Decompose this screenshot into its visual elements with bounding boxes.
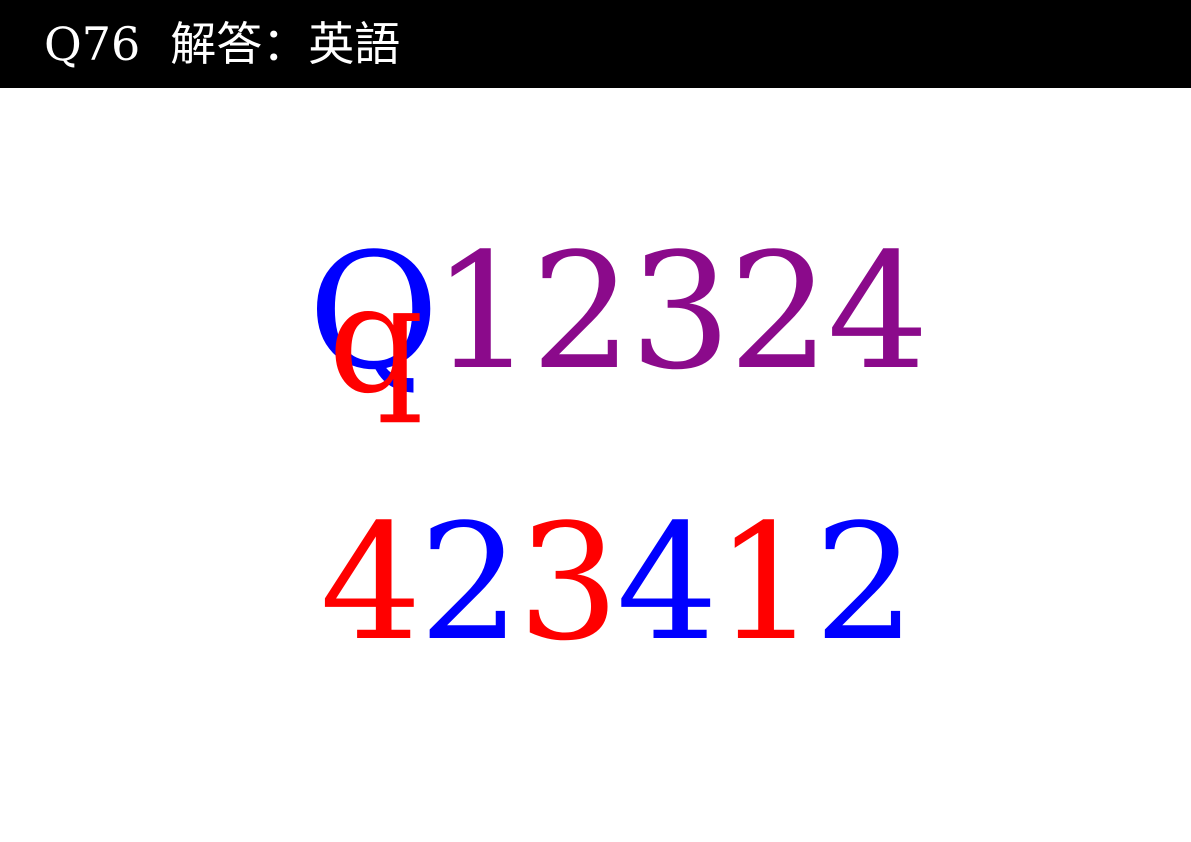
answer-digit: 3 (517, 489, 620, 676)
answer-digits-purple: 12324 (432, 218, 929, 405)
answer-digit: 2 (813, 489, 916, 676)
answer-digit: 2 (418, 489, 521, 676)
answer-digits-colored: 423412 (320, 493, 916, 673)
answer-slide: Q76 解答：英語 Q q 12324 423412 (0, 0, 1191, 842)
overlapping-q-glyphs: Q q (308, 222, 439, 428)
question-number: Q76 (44, 17, 141, 71)
answer-line-2: 423412 (0, 493, 1191, 673)
subject-label: 解答：英語 (170, 17, 401, 71)
lowercase-q-glyph: q (328, 253, 425, 427)
header-bar: Q76 解答：英語 (0, 0, 1191, 88)
answer-digit: 4 (616, 489, 718, 676)
answer-digit: 1 (715, 489, 817, 676)
answer-digit: 4 (320, 489, 422, 676)
header-title: Q76 解答：英語 (44, 16, 400, 72)
answer-line-1: Q q 12324 (0, 218, 1191, 428)
